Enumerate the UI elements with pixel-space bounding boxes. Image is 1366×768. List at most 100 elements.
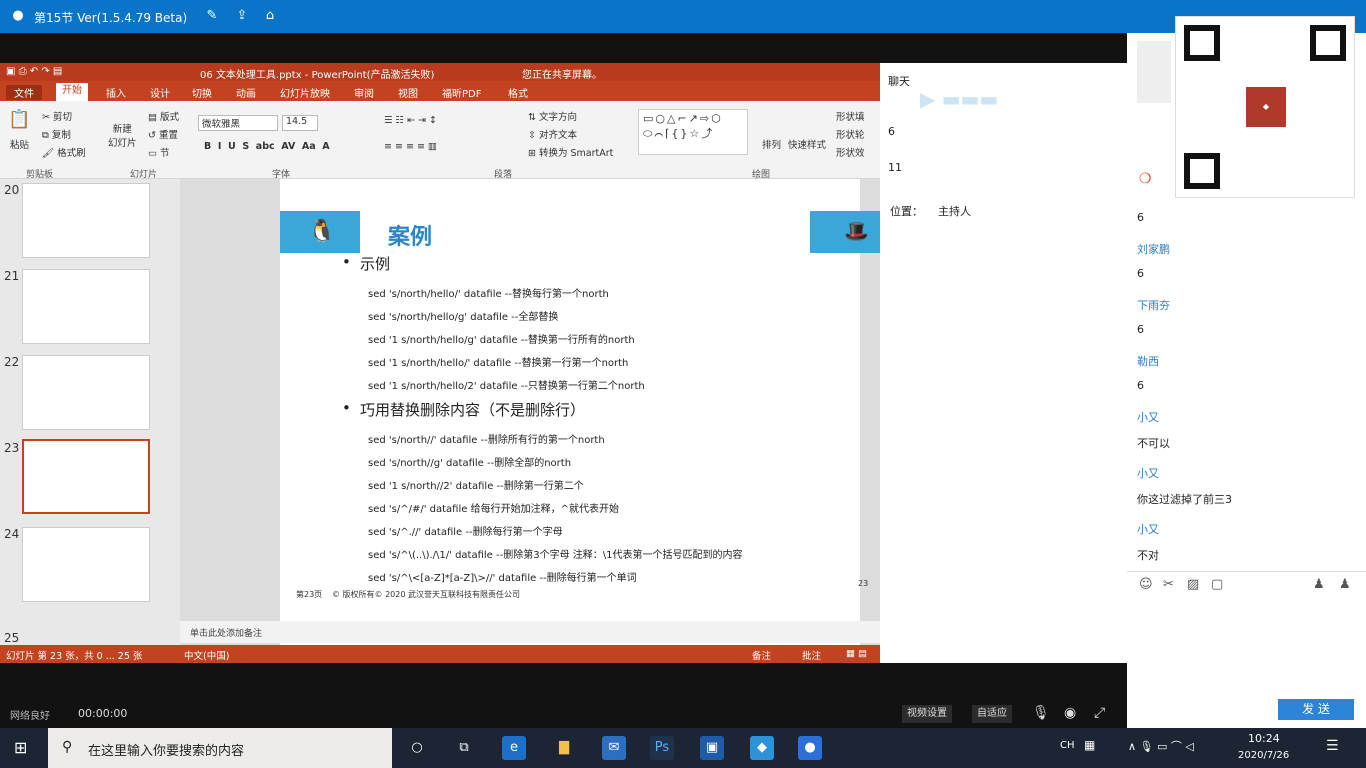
arrange-button[interactable]: 排列 bbox=[762, 137, 781, 151]
clock-date[interactable]: 2020/7/26 bbox=[1238, 750, 1289, 761]
slide-thumbnail[interactable] bbox=[22, 355, 150, 430]
qr-finder bbox=[1310, 25, 1346, 61]
tab-file[interactable]: 文件 bbox=[6, 85, 42, 100]
slide-thumbnail-selected[interactable] bbox=[22, 439, 150, 514]
copy-button[interactable]: ⧉ 复制 bbox=[42, 127, 71, 141]
home-icon[interactable]: ⌂ bbox=[262, 8, 278, 24]
thumb-number: 25 bbox=[4, 631, 20, 645]
tab-review[interactable]: 审阅 bbox=[354, 85, 374, 100]
shapes-gallery[interactable]: ▭○△⌐↗⇨⬡ ⬭⌒⌈{}☆⤴ bbox=[638, 109, 748, 155]
notes-placeholder[interactable]: 单击此处添加备注 bbox=[190, 626, 262, 639]
font-size-select[interactable]: 14.5 bbox=[282, 115, 318, 131]
position-value[interactable]: 主持人 bbox=[938, 203, 971, 219]
status-language[interactable]: 中文(中国) bbox=[184, 648, 229, 662]
heading-banner-left: 🐧 bbox=[280, 211, 360, 253]
slide-thumbnail[interactable] bbox=[22, 269, 150, 344]
task-view-icon[interactable]: ⧉ bbox=[452, 736, 476, 760]
bullet-examples: 示例 bbox=[342, 253, 390, 274]
quick-styles-button[interactable]: 快速样式 bbox=[788, 137, 826, 151]
tab-insert[interactable]: 插入 bbox=[106, 85, 126, 100]
ribbon: 📋 粘贴 ✂ 剪切 ⧉ 复制 🖌 格式刷 新建 幻灯片 ▤ 版式 ↺ 重置 ▭ … bbox=[0, 101, 880, 180]
app-title-bar: ● 第15节 Ver(1.5.4.79 Beta) ✎ ⇪ ⌂ bbox=[0, 0, 1366, 33]
mail-icon[interactable]: ✉ bbox=[602, 736, 626, 760]
clock-time[interactable]: 10:24 bbox=[1248, 732, 1280, 745]
user-settings-icon[interactable]: ♟ bbox=[1339, 577, 1351, 592]
send-button[interactable]: 发 送 bbox=[1278, 699, 1354, 720]
tab-transitions[interactable]: 切换 bbox=[192, 85, 212, 100]
font-name-select[interactable]: 微软雅黑 bbox=[198, 115, 278, 131]
user-icon[interactable]: ♟ bbox=[1313, 577, 1325, 592]
status-notes-button[interactable]: 备注 bbox=[752, 648, 771, 662]
align-buttons[interactable]: ≡ ≡ ≡ ≡ ▥ bbox=[384, 141, 437, 152]
keyboard-icon[interactable]: ▦ bbox=[1084, 738, 1095, 752]
tab-home[interactable]: 开始 bbox=[56, 83, 88, 101]
smartart-button[interactable]: ⊞ 转换为 SmartArt bbox=[528, 145, 613, 159]
search-icon: ⚲ bbox=[62, 739, 73, 755]
chat-panel: 聊天 ▶ ▬▬▬ 6 11 位置： 主持人 bbox=[880, 63, 1127, 663]
text-direction-button[interactable]: ⇅ 文字方向 bbox=[528, 109, 577, 123]
chat-message: 不对 bbox=[1137, 549, 1159, 562]
edit-icon[interactable]: ✎ bbox=[204, 8, 220, 24]
new-slide-button[interactable]: 新建 幻灯片 bbox=[108, 121, 137, 149]
file-explorer-icon[interactable]: ▇ bbox=[552, 736, 576, 760]
section-button[interactable]: ▭ 节 bbox=[148, 145, 170, 159]
chat-sender: 小又 bbox=[1137, 411, 1159, 424]
app-icon[interactable]: ▣ bbox=[700, 736, 724, 760]
code-line: sed 's/north/hello/g' datafile --全部替换 bbox=[368, 312, 559, 323]
shape-fill-button[interactable]: 形状填 bbox=[836, 109, 865, 123]
chat-sender: 刘家鹏 bbox=[1137, 243, 1170, 256]
list-buttons[interactable]: ☰ ☷ ⇤ ⇥ ↕ bbox=[384, 115, 437, 126]
meeting-bottom-bar: 网络良好 00:00:00 视频设置 自适应 🎙 ◉ ⤢ bbox=[0, 663, 1127, 728]
slide-thumbnail[interactable] bbox=[22, 183, 150, 258]
video-app-icon[interactable]: ● bbox=[798, 736, 822, 760]
classroom-app-icon[interactable]: ◆ bbox=[750, 736, 774, 760]
photoshop-icon[interactable]: Ps bbox=[650, 736, 674, 760]
code-line: sed 's/north//' datafile --删除所有行的第一个nort… bbox=[368, 435, 605, 446]
shape-outline-button[interactable]: 形状轮 bbox=[836, 127, 865, 141]
quick-access-icons[interactable]: ▣ ⎙ ↶ ↷ ▤ bbox=[6, 66, 62, 77]
tab-design[interactable]: 设计 bbox=[150, 85, 170, 100]
app-logo-icon: ● bbox=[12, 8, 24, 23]
share-icon[interactable]: ⇪ bbox=[234, 8, 250, 24]
tab-animations[interactable]: 动画 bbox=[236, 85, 256, 100]
slide[interactable]: 🐧 案例 🎩 示例 sed 's/north/hello/' datafile … bbox=[280, 179, 880, 649]
notifications-icon[interactable]: ☰ bbox=[1326, 738, 1339, 754]
shape-effects-button[interactable]: 形状效 bbox=[836, 145, 865, 159]
image-icon[interactable]: ▨ bbox=[1187, 577, 1199, 592]
mic-icon[interactable]: 🎙 bbox=[1032, 705, 1050, 721]
status-comments-button[interactable]: 批注 bbox=[802, 648, 821, 662]
tab-format[interactable]: 格式 bbox=[508, 85, 528, 100]
align-text-label: 对齐文本 bbox=[538, 130, 577, 141]
emoji-icon[interactable]: ☺ bbox=[1139, 577, 1153, 592]
paste-button[interactable]: 粘贴 bbox=[10, 137, 29, 151]
tab-foxit-pdf[interactable]: 福昕PDF bbox=[442, 85, 481, 100]
tray-icons[interactable]: ∧ 🎙 ▭ ⌒ ◁ bbox=[1128, 738, 1194, 754]
screenshot-icon[interactable]: ✂ bbox=[1163, 577, 1174, 592]
fullscreen-icon[interactable]: ⤢ bbox=[1094, 705, 1105, 721]
network-status: 网络良好 bbox=[10, 711, 50, 722]
ribbon-tabs: 文件 开始 插入 设计 切换 动画 幻灯片放映 审阅 视图 福昕PDF 格式 bbox=[0, 81, 880, 101]
tab-slideshow[interactable]: 幻灯片放映 bbox=[280, 85, 330, 100]
paste-icon[interactable]: 📋 bbox=[8, 109, 30, 130]
view-icons[interactable]: ▦ ▤ bbox=[846, 648, 867, 659]
layout-button[interactable]: ▤ 版式 bbox=[148, 109, 179, 123]
windows-start-icon[interactable]: ⊞ bbox=[14, 738, 27, 757]
edge-icon[interactable]: e bbox=[502, 736, 526, 760]
adaptive-button[interactable]: 自适应 bbox=[972, 705, 1012, 723]
tab-view[interactable]: 视图 bbox=[398, 85, 418, 100]
search-placeholder: 在这里输入你要搜索的内容 bbox=[88, 744, 245, 759]
reset-button[interactable]: ↺ 重置 bbox=[148, 127, 178, 141]
notes-pane[interactable]: 单击此处添加备注 bbox=[180, 621, 880, 643]
file-icon[interactable]: ▢ bbox=[1211, 577, 1223, 592]
align-text-button[interactable]: ⇳ 对齐文本 bbox=[528, 127, 577, 141]
volume-icon[interactable]: ◉ bbox=[1064, 705, 1076, 721]
taskbar-search[interactable]: ⚲ 在这里输入你要搜索的内容 bbox=[48, 728, 392, 768]
font-style-buttons[interactable]: B I U S abc AV Aa A bbox=[204, 141, 330, 152]
cortana-icon[interactable]: ○ bbox=[405, 736, 429, 760]
ime-indicator[interactable]: CH bbox=[1060, 740, 1075, 751]
format-painter-button[interactable]: 🖌 格式刷 bbox=[42, 145, 86, 159]
chat-message: 不可以 bbox=[1137, 437, 1170, 450]
video-settings-button[interactable]: 视频设置 bbox=[902, 705, 952, 723]
slide-thumbnail[interactable] bbox=[22, 527, 150, 602]
cut-button[interactable]: ✂ 剪切 bbox=[42, 109, 72, 123]
